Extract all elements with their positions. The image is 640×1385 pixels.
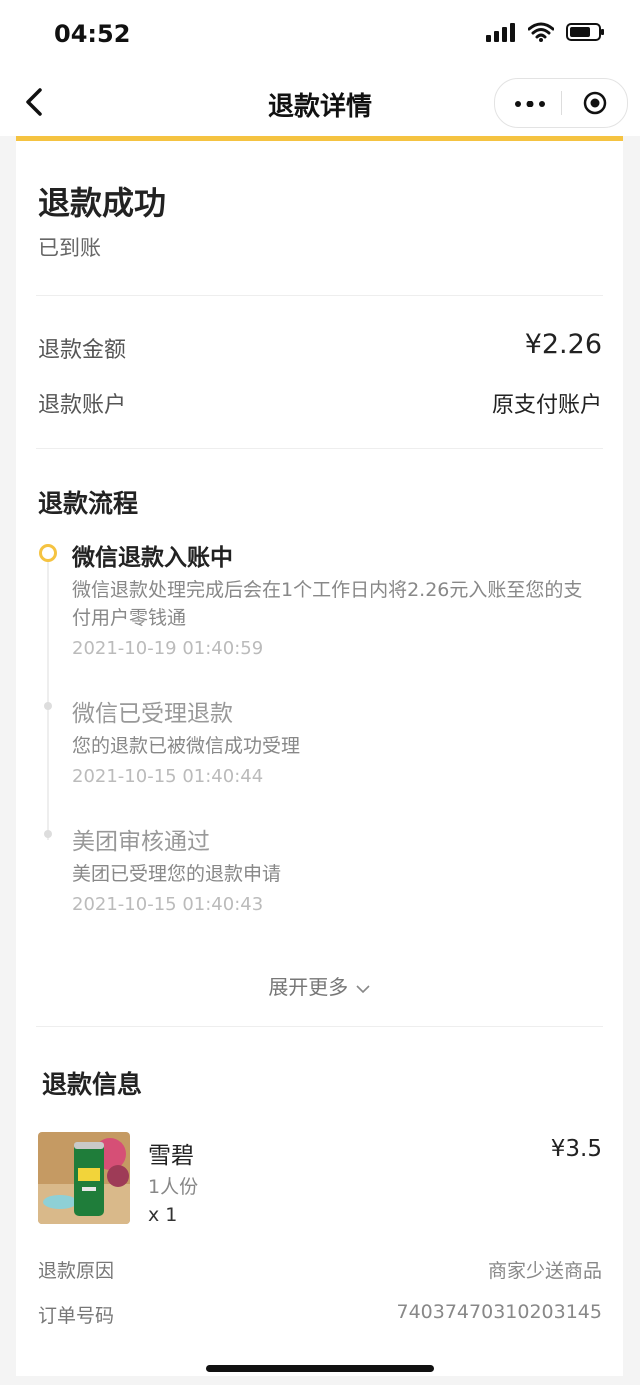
refund-account-label: 退款账户 xyxy=(38,393,127,418)
mini-program-capsule xyxy=(494,78,628,128)
timeline-step-time: 2021-10-15 01:40:43 xyxy=(72,894,264,915)
timeline-line xyxy=(47,548,49,840)
timeline-dot xyxy=(44,830,52,838)
refund-status-title: 退款成功 xyxy=(38,184,167,222)
divider xyxy=(36,1026,603,1027)
refund-amount-value: ¥2.26 xyxy=(524,329,602,360)
timeline-step-title: 微信退款入账中 xyxy=(72,545,233,571)
battery-icon xyxy=(566,23,604,41)
timeline-step-desc: 美团已受理您的退款申请 xyxy=(72,863,282,885)
status-bar: 04:52 xyxy=(0,0,640,70)
accent-top-line xyxy=(16,136,623,141)
more-icon[interactable] xyxy=(515,101,545,107)
refund-reason-value: 商家少送商品 xyxy=(487,1260,602,1282)
refund-detail-card: 退款成功 已到账 退款金额 ¥2.26 退款账户 原支付账户 退款流程 微信退款… xyxy=(16,136,623,1376)
status-icons xyxy=(486,22,606,42)
refund-amount-label: 退款金额 xyxy=(38,338,127,363)
product-name: 雪碧 xyxy=(148,1143,194,1169)
status-time: 04:52 xyxy=(54,20,131,48)
timeline-step-desc: 您的退款已被微信成功受理 xyxy=(72,735,301,757)
signal-icon xyxy=(486,23,515,42)
product-spec: 1人份 xyxy=(148,1176,199,1198)
refund-account-value: 原支付账户 xyxy=(491,393,602,418)
refund-status-subtitle: 已到账 xyxy=(38,236,101,260)
close-mini-program-icon[interactable] xyxy=(583,91,607,115)
order-number-label: 订单号码 xyxy=(38,1305,115,1327)
product-image xyxy=(38,1132,130,1224)
expand-more-button[interactable]: 展开更多 xyxy=(16,971,623,1000)
refund-timeline: 微信退款入账中 微信退款处理完成后会在1个工作日内将2.26元入账至您的支付用户… xyxy=(38,532,598,932)
refund-process-title: 退款流程 xyxy=(38,489,139,518)
chevron-down-icon xyxy=(356,984,370,993)
timeline-dot xyxy=(44,702,52,710)
order-number-value[interactable]: 74037470310203145 xyxy=(396,1301,602,1323)
timeline-dot-active xyxy=(39,544,57,562)
timeline-step-title: 微信已受理退款 xyxy=(72,701,233,727)
timeline-step-time: 2021-10-15 01:40:44 xyxy=(72,766,264,787)
divider xyxy=(36,295,603,296)
product-quantity: x 1 xyxy=(148,1204,178,1226)
capsule-divider xyxy=(561,91,562,115)
wifi-icon xyxy=(528,22,554,42)
divider xyxy=(36,448,603,449)
refund-reason-label: 退款原因 xyxy=(38,1260,115,1282)
home-indicator[interactable] xyxy=(206,1365,434,1372)
expand-more-label: 展开更多 xyxy=(268,975,349,999)
timeline-step-time: 2021-10-19 01:40:59 xyxy=(72,638,264,659)
timeline-step-title: 美团审核通过 xyxy=(72,829,210,855)
refund-info-title: 退款信息 xyxy=(42,1070,143,1099)
product-price: ¥3.5 xyxy=(550,1136,602,1162)
nav-bar: 退款详情 xyxy=(0,70,640,136)
timeline-step-desc: 微信退款处理完成后会在1个工作日内将2.26元入账至您的支付用户零钱通 xyxy=(72,579,583,629)
